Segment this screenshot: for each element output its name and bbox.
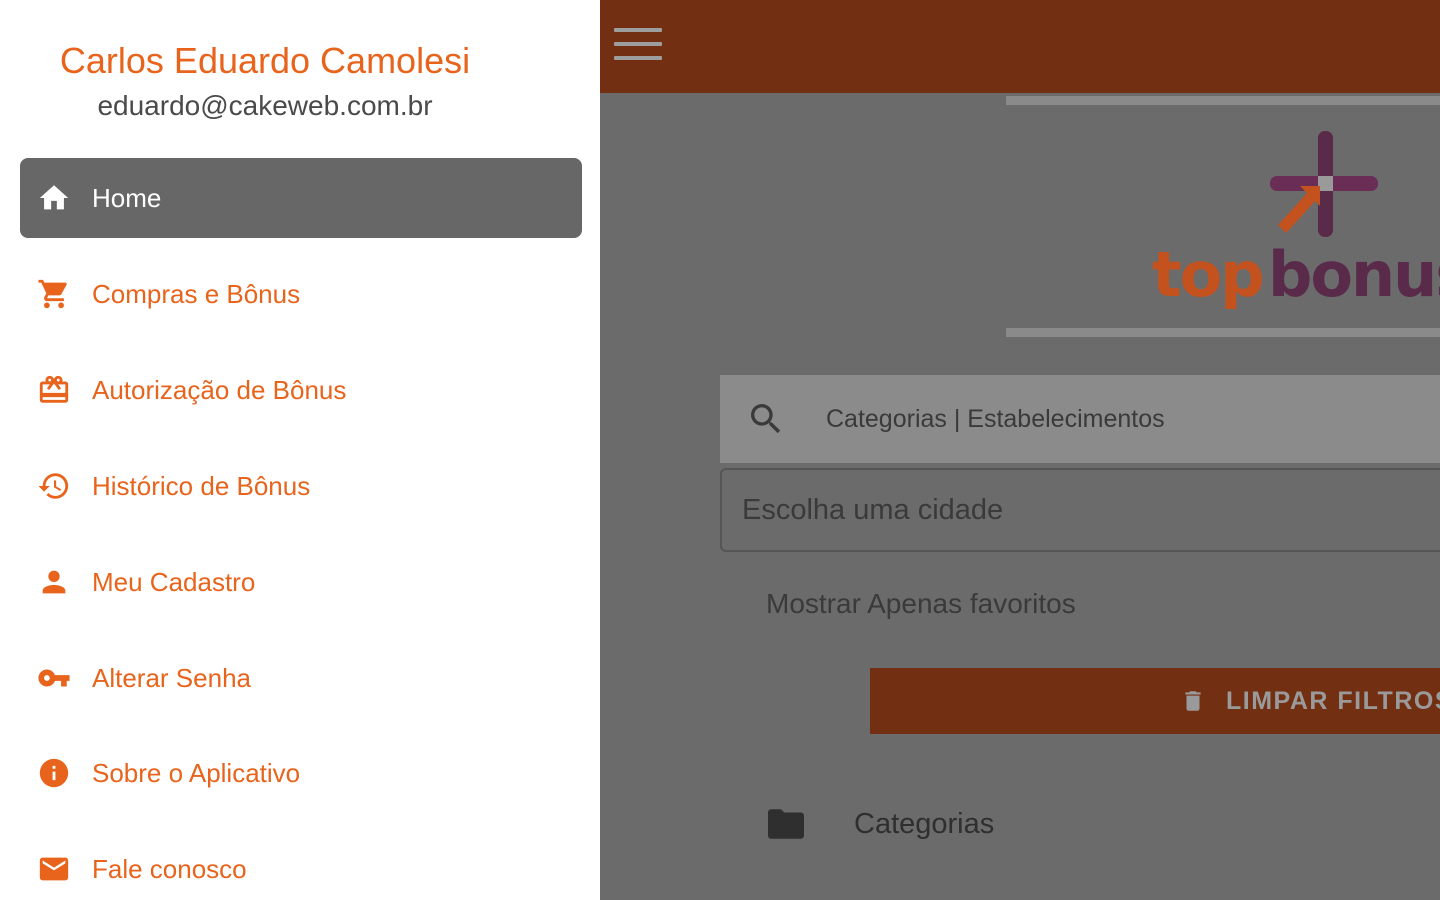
nav-item-label: Autorização de Bônus [92, 374, 347, 405]
nav-item-label: Meu Cadastro [92, 566, 256, 597]
nav-item-alterar-senha[interactable]: Alterar Senha [20, 638, 582, 718]
nav-item-label: Fale conosco [92, 853, 247, 884]
cart-icon [36, 276, 72, 312]
nav-item-label: Alterar Senha [92, 662, 251, 693]
main-content: top bonus Categorias | Estabelecimentos … [600, 0, 1440, 900]
mail-icon [36, 851, 72, 887]
user-name: Carlos Eduardo Camolesi [59, 40, 471, 81]
clear-filters-label: LIMPAR FILTROS [1226, 686, 1440, 715]
trash-icon [1180, 686, 1206, 716]
nav-item-fale-conosco[interactable]: Fale conosco [20, 829, 582, 900]
svg-text:top: top [1152, 238, 1263, 311]
nav-item-compras-bonus[interactable]: Compras e Bônus [20, 254, 582, 334]
city-select[interactable]: Escolha uma cidade [720, 468, 1440, 552]
home-icon [36, 180, 72, 216]
nav-item-home[interactable]: Home [20, 158, 582, 238]
search-bar[interactable]: Categorias | Estabelecimentos [720, 375, 1440, 463]
topbonus-logo: top bonus [1150, 128, 1440, 318]
nav-item-label: Sobre o Aplicativo [92, 757, 301, 788]
user-email: eduardo@cakeweb.com.br [97, 90, 433, 121]
history-icon [36, 468, 72, 504]
categories-label: Categorias [854, 807, 995, 840]
search-input[interactable]: Categorias | Estabelecimentos [826, 405, 1165, 434]
app-bar [600, 0, 1440, 93]
key-icon [36, 660, 72, 696]
categories-item[interactable]: Categorias [766, 806, 994, 842]
navigation-drawer: Carlos Eduardo Camolesi eduardo@cakeweb.… [0, 0, 600, 900]
folder-icon [766, 806, 806, 842]
logo-divider-bottom [1006, 328, 1440, 337]
nav-item-label: Home [92, 182, 162, 213]
nav-item-sobre-aplicativo[interactable]: Sobre o Aplicativo [20, 733, 582, 813]
logo-divider-top [1006, 96, 1440, 105]
hamburger-menu-icon[interactable] [614, 28, 662, 66]
nav-item-historico-bonus[interactable]: Histórico de Bônus [20, 446, 582, 526]
favorites-toggle[interactable]: Mostrar Apenas favoritos [766, 588, 1076, 620]
svg-text:bonus: bonus [1268, 238, 1440, 311]
info-icon [36, 755, 72, 791]
nav-item-meu-cadastro[interactable]: Meu Cadastro [20, 542, 582, 622]
person-icon [36, 564, 72, 600]
nav-item-autorizacao-bonus[interactable]: Autorização de Bônus [20, 350, 582, 430]
nav-item-label: Histórico de Bônus [92, 470, 311, 501]
gift-card-icon [36, 372, 72, 408]
nav-item-label: Compras e Bônus [92, 278, 301, 309]
clear-filters-button[interactable]: LIMPAR FILTROS [870, 668, 1440, 734]
search-icon [746, 399, 786, 439]
